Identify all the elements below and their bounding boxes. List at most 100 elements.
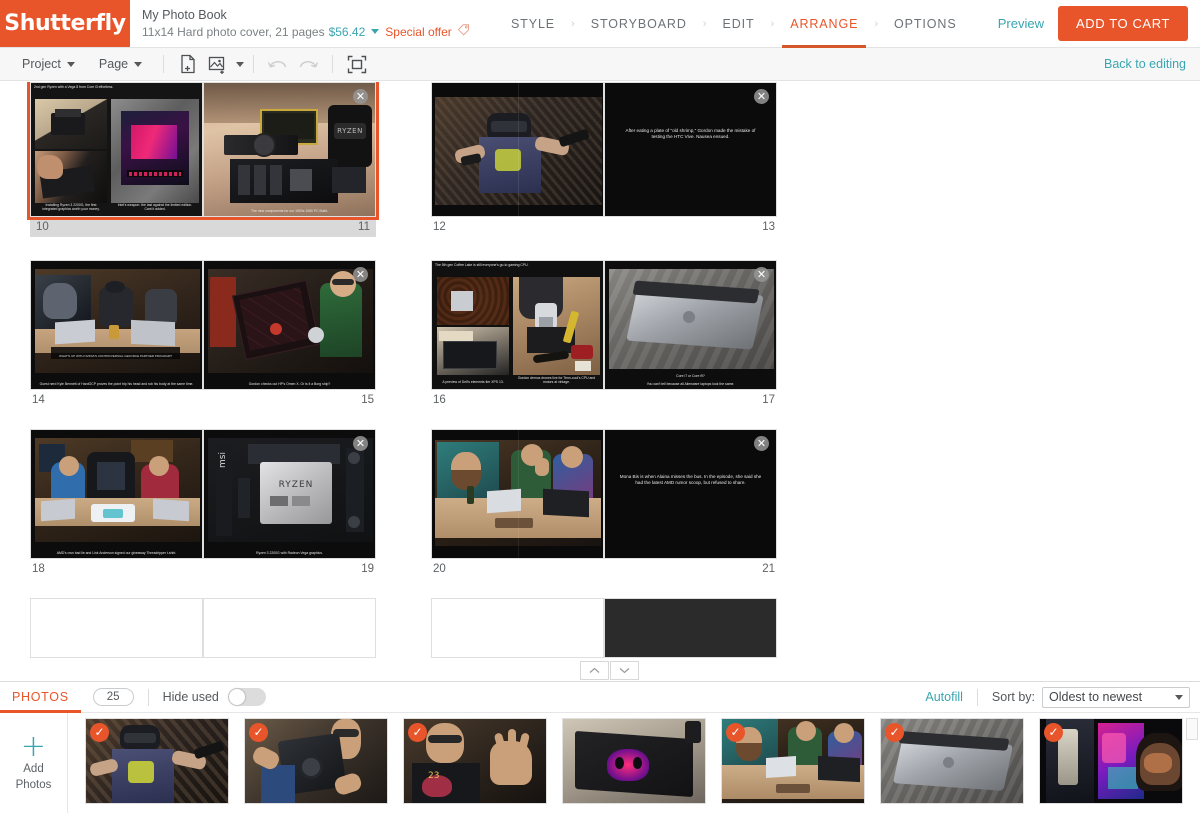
page-13[interactable]: After eating a plate of "old shrimp," Go…: [604, 82, 777, 217]
thumbnails: ✓ ✓ 23 ✓ ✓ ✓ ✓: [68, 713, 1200, 804]
app-header: Shutterfly My Photo Book 11x14 Hard phot…: [0, 0, 1200, 48]
tray-toolbar: PHOTOS 25 Hide used Autofill Sort by: Ol…: [0, 682, 1200, 713]
tray-collapse-controls: [580, 661, 639, 680]
hide-used-toggle[interactable]: [227, 688, 266, 706]
page-15-caption: Gordon checks out HP's Omen X. Or is it …: [248, 382, 331, 387]
page-numbers: 16 17: [431, 390, 777, 406]
list-item[interactable]: ✓: [1039, 718, 1183, 804]
spread-12-13[interactable]: After eating a plate of "old shrimp," Go…: [431, 82, 777, 237]
page-14[interactable]: WHAT'S UP WITH NVIDIA'S CONTROVERSIAL GE…: [30, 260, 203, 390]
remove-spread-button[interactable]: ✕: [754, 436, 769, 451]
page-number-left: 16: [433, 394, 446, 406]
page-21[interactable]: Mona Bis is when Alaina misses the bus. …: [604, 429, 777, 559]
spread-14-15[interactable]: WHAT'S UP WITH NVIDIA'S CONTROVERSIAL GE…: [30, 260, 376, 406]
redo-button[interactable]: [293, 48, 323, 81]
autofill-link[interactable]: Autofill: [925, 690, 963, 704]
tag-icon: [457, 23, 470, 40]
spread-pages[interactable]: [30, 598, 376, 658]
shutterfly-logo[interactable]: Shutterfly: [0, 0, 130, 47]
page-10-caption-top: 2nd gen Ryzen with a Vega 8 from Core i3…: [34, 85, 114, 89]
sort-by-value: Oldest to newest: [1049, 690, 1143, 704]
sort-by-select[interactable]: Oldest to newest: [1042, 686, 1190, 708]
spread-20-21[interactable]: Mona Bis is when Alaina misses the bus. …: [431, 429, 777, 575]
page-number-right: 13: [762, 221, 775, 233]
page-next-2[interactable]: [203, 598, 376, 658]
remove-spread-button[interactable]: ✕: [353, 267, 368, 282]
list-item[interactable]: ✓: [85, 718, 229, 804]
tab-arrange[interactable]: ARRANGE: [774, 0, 874, 48]
page-next-1[interactable]: [30, 598, 203, 658]
project-menu[interactable]: Project: [10, 48, 87, 81]
spread-pages[interactable]: Mona Bis is when Alaina misses the bus. …: [431, 429, 777, 559]
add-to-cart-button[interactable]: ADD TO CART: [1057, 6, 1188, 41]
spread-10-11[interactable]: 2nd gen Ryzen with a Vega 8 from Core i3…: [27, 82, 379, 237]
list-item[interactable]: [562, 718, 706, 804]
fullscreen-button[interactable]: [342, 48, 372, 81]
remove-spread-button[interactable]: ✕: [353, 436, 368, 451]
list-item[interactable]: ✓: [721, 718, 865, 804]
list-item[interactable]: 23 ✓: [403, 718, 547, 804]
thumbnail-scroll-arrow[interactable]: [1186, 718, 1198, 740]
page-number-right: 17: [762, 394, 775, 406]
tray-collapse-up-button[interactable]: [580, 661, 609, 680]
special-offer-link[interactable]: Special offer: [385, 24, 452, 40]
project-title: My Photo Book: [142, 8, 227, 22]
page-17[interactable]: Core i7 or Core i9? You can't tell becau…: [604, 260, 777, 390]
toolbar-divider: [253, 55, 255, 73]
project-spec: 11x14 Hard photo cover, 21 pages: [142, 24, 325, 39]
page-next-4[interactable]: [604, 598, 777, 658]
page-16[interactable]: The 5th gen Coffee Lake is still everyon…: [431, 260, 604, 390]
page-10[interactable]: 2nd gen Ryzen with a Vega 8 from Core i3…: [30, 82, 203, 217]
spread-pages[interactable]: The 5th gen Coffee Lake is still everyon…: [431, 260, 777, 390]
spread-next-b[interactable]: [431, 598, 777, 658]
chevron-down-icon: [66, 61, 75, 67]
add-photo-button[interactable]: [203, 48, 245, 81]
remove-spread-button[interactable]: ✕: [353, 89, 368, 104]
page-17-caption-a: Core i7 or Core i9?: [676, 374, 705, 379]
spread-pages[interactable]: 2nd gen Ryzen with a Vega 8 from Core i3…: [27, 82, 379, 220]
spread-pages[interactable]: After eating a plate of "old shrimp," Go…: [431, 82, 777, 217]
page-numbers: 12 13: [431, 217, 777, 233]
add-photos-button[interactable]: + Add Photos: [0, 713, 68, 813]
tab-options[interactable]: OPTIONS: [878, 0, 973, 48]
spread-18-19[interactable]: AMD's own bad lie and Link Anderson sign…: [30, 429, 376, 575]
page-number-left: 14: [32, 394, 45, 406]
add-page-button[interactable]: [173, 48, 203, 81]
page-15[interactable]: Gordon checks out HP's Omen X. Or is it …: [203, 260, 376, 390]
remove-spread-button[interactable]: ✕: [754, 89, 769, 104]
spread-16-17[interactable]: The 5th gen Coffee Lake is still everyon…: [431, 260, 777, 406]
page-next-3[interactable]: [431, 598, 604, 658]
page-20[interactable]: [431, 429, 604, 559]
page-11[interactable]: RYZEN The new components for our 1900s 1…: [203, 82, 376, 217]
price-dropdown-caret-icon[interactable]: [371, 29, 380, 34]
photo-used-badge: ✓: [90, 723, 109, 742]
undo-button[interactable]: [263, 48, 293, 81]
page-menu-label: Page: [98, 57, 129, 71]
spread-pages[interactable]: [431, 598, 777, 658]
page-menu[interactable]: Page: [87, 48, 154, 81]
spread-pages[interactable]: WHAT'S UP WITH NVIDIA'S CONTROVERSIAL GE…: [30, 260, 376, 390]
tab-style[interactable]: STYLE: [495, 0, 571, 48]
page-12[interactable]: [431, 82, 604, 217]
tab-photos[interactable]: PHOTOS: [0, 682, 81, 713]
page-19[interactable]: msi RYZEN Ryzen 3 2200G with Radeon Vega…: [203, 429, 376, 559]
page-18[interactable]: AMD's own bad lie and Link Anderson sign…: [30, 429, 203, 559]
photo-used-badge: ✓: [408, 723, 427, 742]
fullscreen-icon: [347, 55, 367, 73]
back-to-editing-link[interactable]: Back to editing: [1104, 57, 1190, 71]
list-item[interactable]: ✓: [244, 718, 388, 804]
spread-pages[interactable]: AMD's own bad lie and Link Anderson sign…: [30, 429, 376, 559]
list-item[interactable]: ✓: [880, 718, 1024, 804]
tab-storyboard[interactable]: STORYBOARD: [575, 0, 703, 48]
photo-used-badge: ✓: [885, 723, 904, 742]
preview-link[interactable]: Preview: [998, 16, 1044, 31]
page-numbers: 20 21: [431, 559, 777, 575]
page-number-left: 10: [36, 221, 49, 233]
spread-next-a[interactable]: [30, 598, 376, 658]
header-actions: Preview ADD TO CART: [998, 0, 1200, 47]
photo-thumbnail-strip: + Add Photos ✓ ✓ 23 ✓ ✓ ✓ ✓: [0, 713, 1200, 813]
tab-edit[interactable]: EDIT: [706, 0, 770, 48]
remove-spread-button[interactable]: ✕: [754, 267, 769, 282]
project-spec-row: 11x14 Hard photo cover, 21 pages $56.42 …: [142, 23, 470, 40]
tray-collapse-down-button[interactable]: [610, 661, 639, 680]
